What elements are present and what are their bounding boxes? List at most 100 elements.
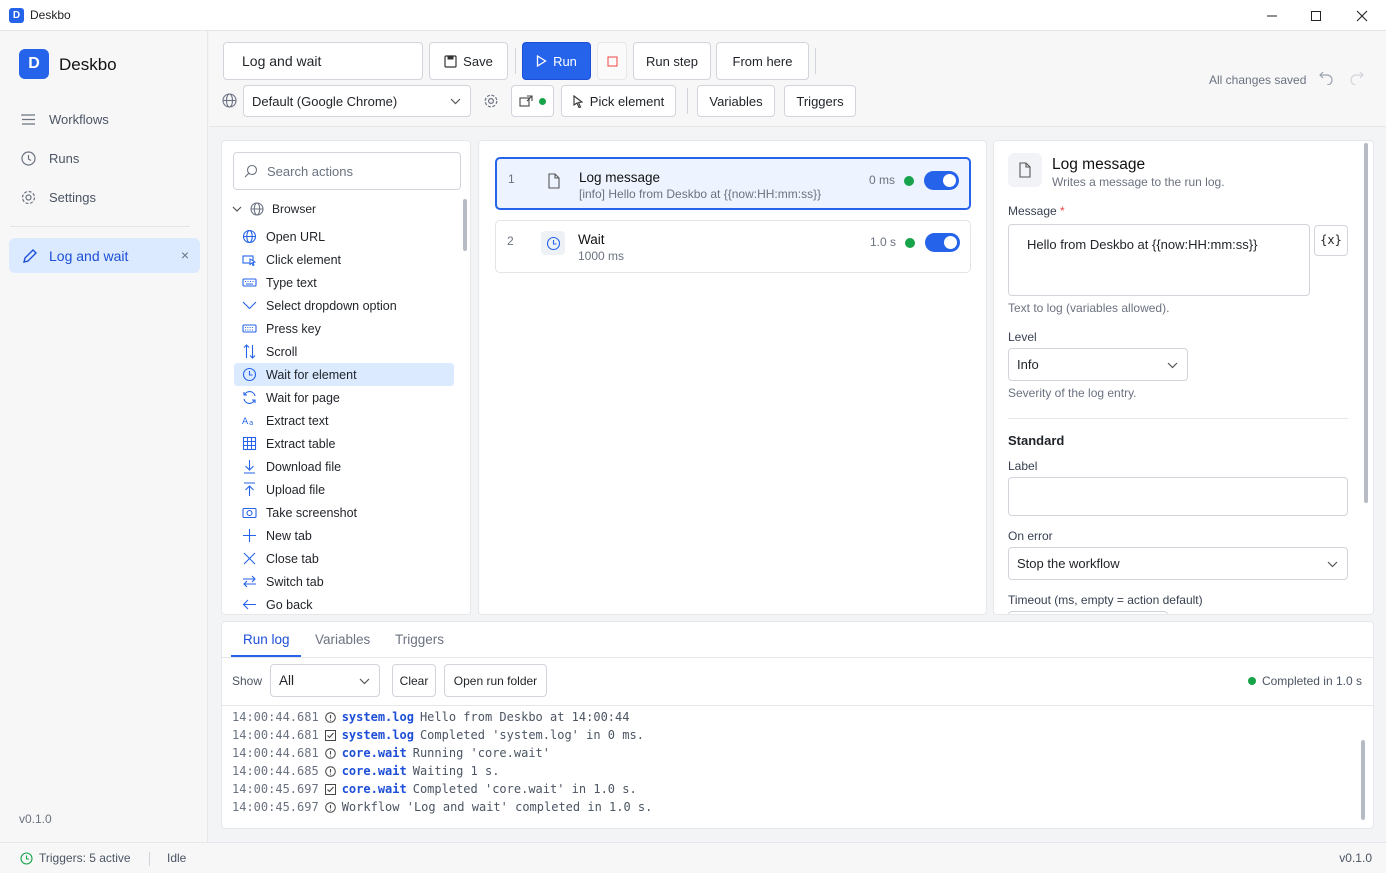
action-extract-table[interactable]: Extract table xyxy=(234,432,454,455)
action-switch-tab[interactable]: Switch tab xyxy=(234,570,454,593)
check-icon xyxy=(324,783,336,795)
group-label: Browser xyxy=(272,202,317,216)
sidebar-divider xyxy=(10,226,190,227)
action-label: Download file xyxy=(266,459,342,474)
properties-scrollbar[interactable] xyxy=(1364,143,1368,503)
browser-select[interactable]: Default (Google Chrome) xyxy=(243,85,471,117)
action-go-back[interactable]: Go back xyxy=(234,593,454,614)
workflow-name-input[interactable]: Log and wait xyxy=(223,42,423,80)
run-button[interactable]: Run xyxy=(522,42,591,80)
step-enabled-toggle[interactable] xyxy=(925,233,960,252)
insert-variable-button[interactable]: {x} xyxy=(1314,225,1348,256)
action-type-text[interactable]: Type text xyxy=(234,271,454,294)
log-filter-select[interactable]: All xyxy=(270,664,380,697)
statusbar-divider xyxy=(149,852,150,866)
clear-log-button[interactable]: Clear xyxy=(392,664,436,697)
cursor-icon xyxy=(573,94,584,108)
action-wait-for-element[interactable]: Wait for element xyxy=(234,363,454,386)
action-close-tab[interactable]: Close tab xyxy=(234,547,454,570)
maximize-button[interactable] xyxy=(1293,0,1339,31)
action-label: Wait for element xyxy=(266,367,357,382)
action-scroll[interactable]: Scroll xyxy=(234,340,454,363)
stop-button[interactable] xyxy=(597,42,627,80)
step-status-dot xyxy=(905,238,915,248)
triggers-button[interactable]: Triggers xyxy=(784,85,856,117)
action-label: Switch tab xyxy=(266,574,324,589)
close-window-button[interactable] xyxy=(1339,0,1385,31)
sidebar-item-workflows[interactable]: Workflows xyxy=(20,109,109,129)
on-error-value: Stop the workflow xyxy=(1017,556,1120,571)
action-open-url[interactable]: Open URL xyxy=(234,225,454,248)
log-line: 14:00:45.697 core.wait Completed 'core.w… xyxy=(232,782,637,796)
session-active-dot xyxy=(539,97,546,105)
variables-button[interactable]: Variables xyxy=(697,85,775,117)
actions-scrollbar[interactable] xyxy=(463,199,467,251)
tab-triggers[interactable]: Triggers xyxy=(395,632,444,647)
properties-subtitle: Writes a message to the run log. xyxy=(1052,175,1225,189)
timeout-input[interactable] xyxy=(1008,611,1168,614)
action-select-dropdown[interactable]: Select dropdown option xyxy=(234,294,454,317)
history-icon xyxy=(21,150,36,166)
open-workflow-tab[interactable]: Log and wait × xyxy=(9,238,200,273)
search-actions-input[interactable]: Search actions xyxy=(233,152,461,190)
action-wait-for-page[interactable]: Wait for page xyxy=(234,386,454,409)
tab-run-log[interactable]: Run log xyxy=(243,632,290,647)
sidebar-item-settings[interactable]: Settings xyxy=(20,187,96,207)
stop-icon xyxy=(607,56,617,66)
action-label: Wait for page xyxy=(266,390,340,405)
redo-icon[interactable] xyxy=(1349,69,1365,85)
step-card[interactable]: 2 Wait 1000 ms 1.0 s xyxy=(495,220,971,273)
sidebar-item-label: Runs xyxy=(49,150,80,166)
open-run-folder-button[interactable]: Open run folder xyxy=(444,664,547,697)
search-placeholder: Search actions xyxy=(267,163,353,179)
close-tab-icon[interactable]: × xyxy=(181,247,189,263)
window-title: Deskbo xyxy=(30,8,71,22)
log-scrollbar[interactable] xyxy=(1361,740,1365,820)
log-line: 14:00:44.681 core.wait Running 'core.wai… xyxy=(232,746,551,760)
step-card[interactable]: 1 Log message [info] Hello from Deskbo a… xyxy=(495,157,971,210)
sidebar-item-runs[interactable]: Runs xyxy=(20,148,79,168)
on-error-select[interactable]: Stop the workflow xyxy=(1008,547,1348,580)
section-divider xyxy=(1008,418,1348,419)
app-icon: D xyxy=(9,8,24,23)
list-icon xyxy=(21,113,35,125)
action-label: Take screenshot xyxy=(266,505,358,520)
action-take-screenshot[interactable]: Take screenshot xyxy=(234,501,454,524)
browser-session-button[interactable] xyxy=(511,85,554,117)
action-extract-text[interactable]: Aa Extract text xyxy=(234,409,454,432)
undo-icon[interactable] xyxy=(1318,69,1334,85)
arrow-left-icon xyxy=(242,599,256,610)
download-icon xyxy=(244,460,255,474)
text-icon: Aa xyxy=(242,417,253,427)
log-filter-value: All xyxy=(279,673,295,688)
chevron-down-icon xyxy=(232,206,242,212)
message-input[interactable]: Hello from Deskbo at {{now:HH:mm:ss}} xyxy=(1008,224,1310,296)
info-icon xyxy=(324,747,336,759)
level-value: Info xyxy=(1017,357,1039,372)
action-group-browser[interactable]: Browser xyxy=(232,202,316,216)
triggers-status[interactable]: Triggers: 5 active xyxy=(20,851,131,865)
action-new-tab[interactable]: New tab xyxy=(234,524,454,547)
pick-element-button[interactable]: Pick element xyxy=(561,85,676,117)
step-title: Wait xyxy=(578,232,605,247)
gear-icon[interactable] xyxy=(483,93,499,109)
step-enabled-toggle[interactable] xyxy=(924,171,959,190)
action-upload-file[interactable]: Upload file xyxy=(234,478,454,501)
level-select[interactable]: Info xyxy=(1008,348,1188,381)
action-download-file[interactable]: Download file xyxy=(234,455,454,478)
chevron-down-icon xyxy=(450,98,461,105)
clock-icon xyxy=(242,367,257,382)
minimize-button[interactable] xyxy=(1249,0,1295,31)
action-click-element[interactable]: Click element xyxy=(234,248,454,271)
camera-icon xyxy=(242,507,257,519)
action-press-key[interactable]: Press key xyxy=(234,317,454,340)
save-button[interactable]: Save xyxy=(429,42,508,80)
required-mark: * xyxy=(1060,204,1065,218)
tab-variables[interactable]: Variables xyxy=(315,632,370,647)
actions-panel: Search actions Browser Open URL Click el… xyxy=(221,140,471,615)
clock-icon xyxy=(20,851,33,865)
label-input[interactable] xyxy=(1008,477,1348,516)
run-status: Completed in 1.0 s xyxy=(1247,674,1362,688)
from-here-button[interactable]: From here xyxy=(716,42,809,80)
run-step-button[interactable]: Run step xyxy=(633,42,711,80)
